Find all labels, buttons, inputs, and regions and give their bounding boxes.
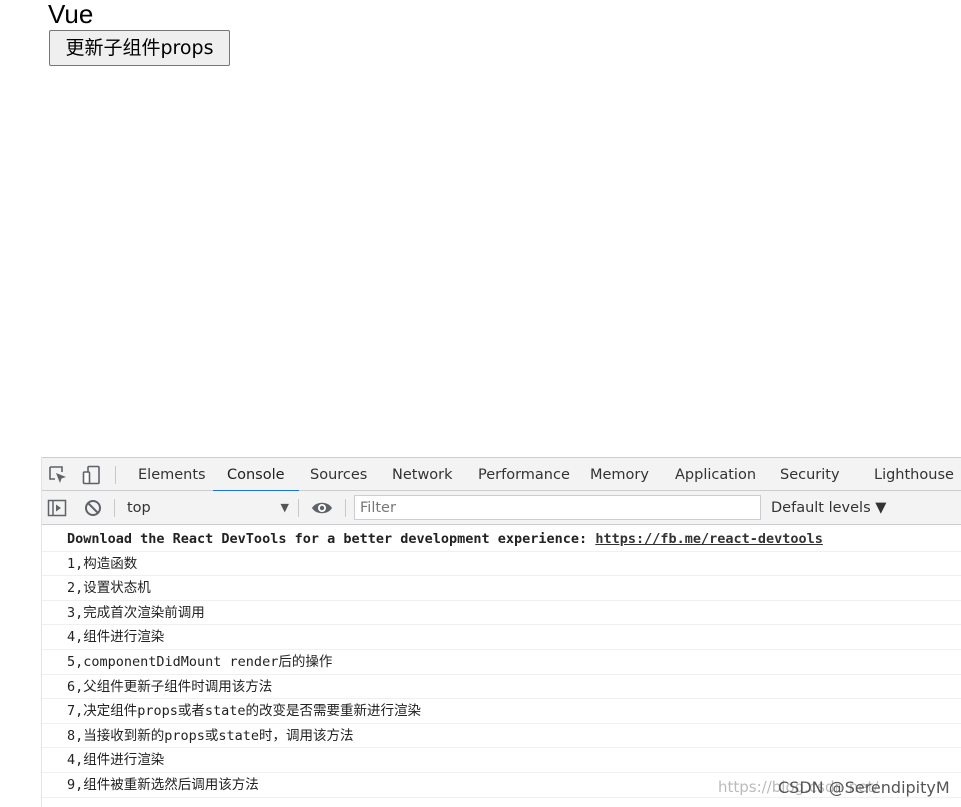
console-message: 4,组件进行渲染: [42, 625, 961, 650]
dropdown-arrow-icon: ▼: [280, 501, 289, 514]
tab-memory[interactable]: Memory: [590, 458, 649, 491]
tab-elements[interactable]: Elements: [138, 458, 206, 491]
console-message: 7,决定组件props或者state的改变是否需要重新进行渲染: [42, 699, 961, 724]
eye-icon[interactable]: [311, 498, 332, 518]
update-props-button[interactable]: 更新子组件props: [49, 30, 230, 66]
device-toolbar-icon[interactable]: [82, 465, 102, 485]
console-message-text: Download the React DevTools for a better…: [67, 531, 596, 547]
tab-performance[interactable]: Performance: [478, 458, 570, 491]
toolbar-divider: [298, 499, 299, 517]
devtools-tab-bar: Elements Console Sources Network Perform…: [42, 457, 961, 492]
console-toolbar: top ▼ Default levels ▼: [42, 491, 961, 525]
console-message: 1,构造函数: [42, 552, 961, 577]
react-devtools-link[interactable]: https://fb.me/react-devtools: [595, 531, 823, 547]
watermark-brand-box: CSDN @SerendipityM: [778, 778, 950, 797]
console-message: 5,componentDidMount render后的操作: [42, 650, 961, 675]
toolbar-divider: [345, 499, 346, 517]
console-output: Download the React DevTools for a better…: [42, 527, 961, 807]
console-message: 8,当接收到新的props或state时，调用该方法: [42, 724, 961, 749]
log-levels-dropdown[interactable]: Default levels ▼: [771, 497, 886, 519]
show-sidebar-icon[interactable]: [47, 498, 67, 518]
tab-console[interactable]: Console: [213, 458, 299, 492]
watermark-brand: CSDN @SerendipityM: [778, 778, 950, 797]
context-selector[interactable]: top ▼: [127, 497, 289, 519]
console-message: 2,设置状态机: [42, 576, 961, 601]
console-message: 4,组件进行渲染: [42, 748, 961, 773]
console-message: 6,父组件更新子组件时调用该方法: [42, 675, 961, 700]
tab-sources[interactable]: Sources: [310, 458, 367, 491]
tab-security[interactable]: Security: [780, 458, 840, 491]
devtools-panel: Elements Console Sources Network Perform…: [41, 457, 961, 807]
console-message: Download the React DevTools for a better…: [42, 527, 961, 552]
clear-console-icon[interactable]: [83, 498, 103, 518]
context-selector-value: top: [127, 500, 151, 516]
inspect-element-icon[interactable]: [48, 465, 68, 485]
tab-network[interactable]: Network: [392, 458, 453, 491]
tab-lighthouse[interactable]: Lighthouse: [874, 458, 954, 491]
tab-application[interactable]: Application: [675, 458, 756, 491]
toolbar-divider: [114, 499, 115, 517]
page-heading: Vue: [48, 0, 94, 29]
tab-bar-divider: [115, 466, 116, 484]
console-message: 3,完成首次渲染前调用: [42, 601, 961, 626]
filter-input[interactable]: [354, 495, 761, 520]
